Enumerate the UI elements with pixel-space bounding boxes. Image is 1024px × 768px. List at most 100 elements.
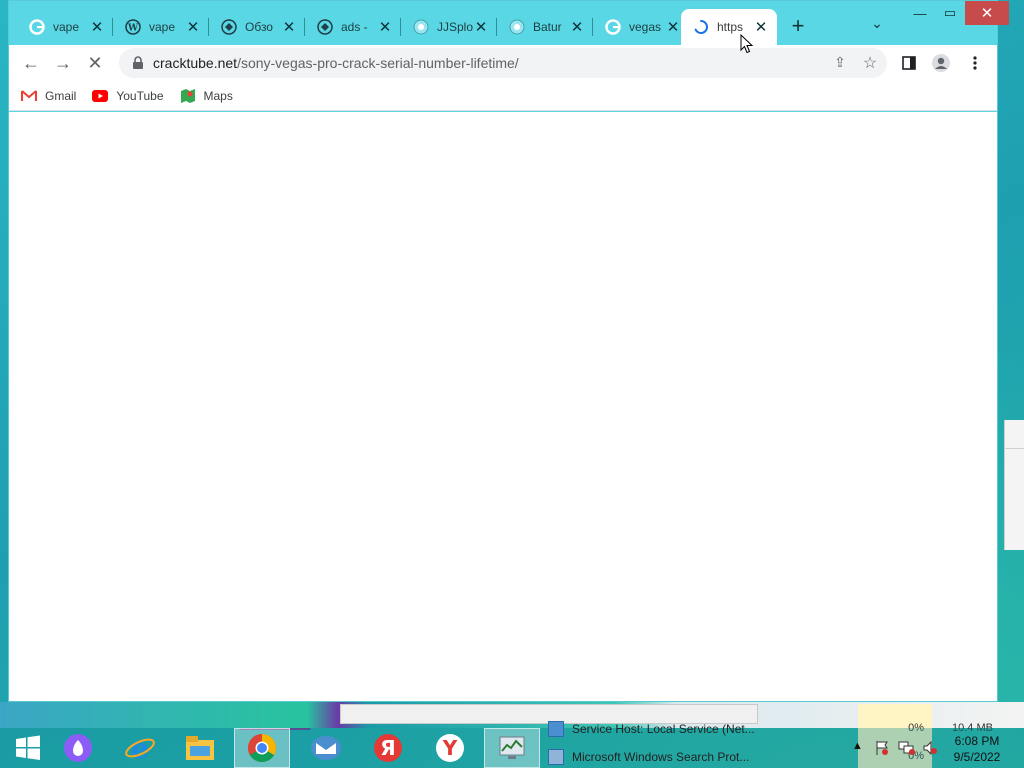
alice-button[interactable] [50,728,106,768]
search-service-icon [548,749,564,765]
toolbar: ← → ✕ cracktube.net/sony-vegas-pro-crack… [9,45,997,81]
minimize-button[interactable]: — [905,1,935,25]
bookmarks-bar: Gmail YouTube Maps [9,81,997,111]
service-icon [548,721,564,737]
tab-3[interactable]: Обзо ✕ [209,9,305,45]
yandex-browser-button[interactable]: Y [422,728,478,768]
svg-text:e: e [131,732,149,764]
tab-title: vape [149,20,176,34]
close-icon[interactable]: ✕ [473,18,489,36]
close-icon[interactable]: ✕ [569,18,585,36]
side-panel-icon[interactable] [899,53,919,73]
url-path: /sony-vegas-pro-crack-serial-number-life… [237,55,519,71]
chevron-down-icon[interactable]: ⌄ [867,15,887,35]
globe-icon [317,19,333,35]
close-icon[interactable]: ✕ [89,18,105,36]
internet-explorer-button[interactable]: e [112,728,168,768]
bookmark-gmail[interactable]: Gmail [21,88,76,104]
lock-icon[interactable] [131,56,145,70]
close-window-button[interactable]: ✕ [965,1,1009,25]
site-icon [413,19,429,35]
mouse-cursor-icon [740,34,754,54]
tab-title: Обзо [245,20,273,34]
start-button[interactable] [0,728,56,768]
bookmark-star-icon[interactable]: ☆ [861,53,879,72]
bookmark-label: Maps [203,88,233,103]
process-row[interactable]: Service Host: Local Service (Net... [548,716,858,742]
process-name: Service Host: Local Service (Net... [572,722,755,736]
action-center-icon[interactable] [874,740,890,756]
profile-avatar-icon[interactable] [931,53,951,73]
alice-icon [64,734,92,762]
system-clock[interactable]: 6:08 PM 9/5/2022 [944,733,1010,765]
forward-button[interactable]: → [51,51,75,75]
file-explorer-button[interactable] [172,728,228,768]
svg-text:Я: Я [380,736,395,760]
yandex-browser-icon: Y [436,734,464,762]
process-name: Microsoft Windows Search Prot... [572,750,750,764]
close-icon[interactable]: ✕ [281,18,297,36]
tab-title: https [717,20,744,34]
yandex-icon: Я [374,734,402,762]
background-window-edge [1004,420,1024,550]
volume-icon[interactable] [922,740,938,756]
tab-title: vegas [629,20,662,34]
tab-1[interactable]: vape ✕ [17,9,113,45]
close-icon[interactable]: ✕ [377,18,393,36]
back-button[interactable]: ← [19,51,43,75]
bookmark-label: YouTube [116,88,164,103]
network-icon[interactable] [898,740,916,756]
close-icon[interactable]: ✕ [753,18,769,36]
close-icon[interactable]: ✕ [185,18,201,36]
internet-explorer-icon: e [125,732,155,764]
globe-icon [221,19,237,35]
url-text[interactable]: cracktube.net/sony-vegas-pro-crack-seria… [153,55,519,71]
tab-title: vape [53,20,80,34]
google-icon [605,19,621,35]
tab-title: Batur [533,20,562,34]
tab-7[interactable]: vegas ✕ [593,9,689,45]
maps-icon [180,88,196,104]
tab-4[interactable]: ads - ✕ [305,9,401,45]
page-content[interactable] [9,112,997,701]
bookmark-youtube[interactable]: YouTube [92,88,164,104]
window-controls: — ▭ ✕ [905,1,1009,27]
close-icon[interactable]: ✕ [665,18,681,36]
tab-6[interactable]: Batur ✕ [497,9,593,45]
gmail-icon [21,88,37,104]
yandex-button[interactable]: Я [360,728,416,768]
tab-5[interactable]: JJSplo ✕ [401,9,497,45]
tab-2[interactable]: W vape ✕ [113,9,209,45]
loading-spinner-icon [693,19,709,35]
chrome-window: vape ✕ W vape ✕ Обзо ✕ ads - ✕ JJSplo ✕ … [8,0,1009,702]
stop-loading-button[interactable]: ✕ [83,51,107,75]
site-icon [509,19,525,35]
chrome-button[interactable] [234,728,290,768]
tab-title: JJSplo [437,20,473,34]
url-host: cracktube.net [153,55,238,71]
task-manager-icon [499,736,525,759]
clock-date: 9/5/2022 [953,750,1001,764]
maximize-button[interactable]: ▭ [935,1,965,25]
svg-text:Y: Y [442,736,458,760]
clock-time: 6:08 PM [954,734,1000,748]
file-explorer-icon [186,736,214,760]
share-icon[interactable]: ⇪ [831,54,849,72]
tray-overflow-icon[interactable]: ▲ [852,740,863,756]
tab-active[interactable]: https ✕ [681,9,777,45]
chrome-icon [248,734,276,762]
wordpress-icon: W [125,19,141,35]
bookmark-maps[interactable]: Maps [180,88,233,104]
new-tab-button[interactable]: + [787,15,809,37]
youtube-icon [92,88,109,104]
menu-kebab-icon[interactable] [965,53,985,73]
bookmark-label: Gmail [45,88,77,103]
mail-button[interactable] [298,728,354,768]
task-manager-button[interactable] [484,728,540,768]
tab-strip: vape ✕ W vape ✕ Обзо ✕ ads - ✕ JJSplo ✕ … [9,1,1009,45]
address-bar[interactable]: cracktube.net/sony-vegas-pro-crack-seria… [119,48,887,78]
mail-icon [311,736,341,760]
process-row[interactable]: Microsoft Windows Search Prot... [548,744,858,768]
tab-title: ads - [341,20,368,34]
google-icon [29,19,45,35]
